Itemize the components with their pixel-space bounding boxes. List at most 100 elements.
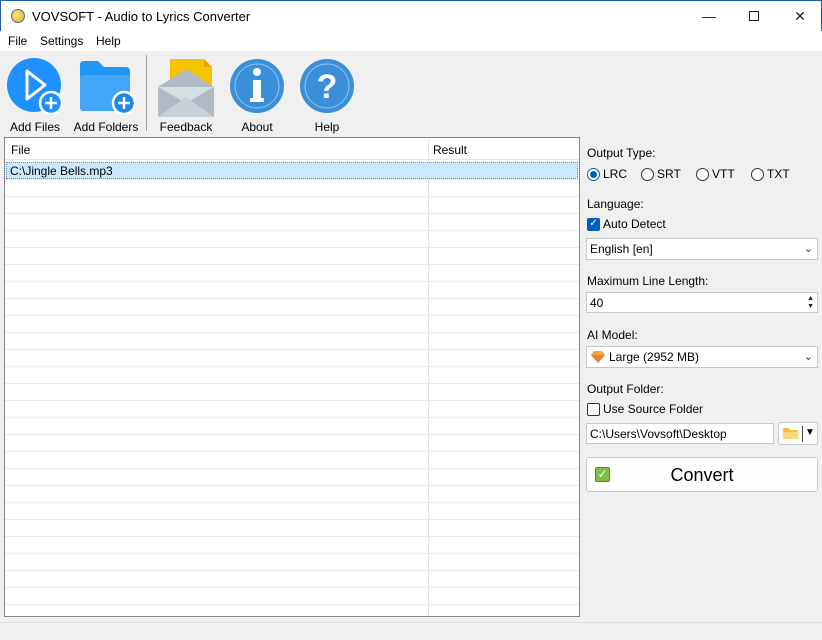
row-line [5,247,579,248]
auto-detect-checkbox[interactable]: ✓ Auto Detect [587,217,666,231]
maximize-icon [749,11,759,21]
dropdown-arrow-icon[interactable]: ▼ [805,427,815,438]
row-line [5,417,579,418]
about-label: About [241,120,273,134]
close-button[interactable]: ✕ [777,1,822,31]
convert-label: Convert [670,465,734,485]
row-line [5,179,579,180]
row-line [5,366,579,367]
radio-lrc[interactable]: LRC [587,167,627,181]
radio-txt[interactable]: TXT [751,167,790,181]
help-button[interactable]: ? Help [296,55,358,135]
use-source-folder-checkbox[interactable]: Use Source Folder [587,402,703,416]
row-line [5,315,579,316]
checkmark-icon: ✓ [587,217,600,231]
radio-txt-label: TXT [767,167,790,181]
chevron-down-icon: ⌄ [803,243,813,255]
auto-detect-label: Auto Detect [603,217,666,231]
add-files-icon [7,58,63,116]
column-header-file[interactable]: File [11,143,30,157]
output-type-label: Output Type: [587,146,656,160]
spin-arrows-icon[interactable]: ▲ ▼ [807,295,814,311]
max-line-length-label: Maximum Line Length: [587,274,709,288]
row-line [5,468,579,469]
info-icon [230,59,284,113]
radio-vtt[interactable]: VTT [696,167,735,181]
column-header-result[interactable]: Result [433,143,467,157]
table-row[interactable]: C:\Jingle Bells.mp3 [6,162,578,179]
radio-lrc-indicator [587,167,600,181]
row-line [5,519,579,520]
use-source-folder-label: Use Source Folder [603,402,704,416]
maximize-button[interactable] [731,1,777,31]
file-list[interactable]: File Result C:\Jingle Bells.mp3 [4,137,580,617]
menu-file[interactable]: File [8,34,27,48]
row-line [5,570,579,571]
radio-srt[interactable]: SRT [641,167,681,181]
output-folder-label: Output Folder: [587,382,664,396]
app-icon [11,9,25,23]
column-divider[interactable] [428,138,429,616]
menu-bar: File Settings Help [0,31,822,51]
ai-model-select[interactable]: Large (2952 MB) ⌄ [586,346,818,368]
max-line-length-value: 40 [590,295,604,310]
toolbar-separator [146,55,147,131]
max-line-length-stepper[interactable]: 40 ▲ ▼ [586,292,818,313]
radio-txt-indicator [751,167,764,181]
row-line [5,383,579,384]
title-bar: VOVSOFT - Audio to Lyrics Converter — ✕ [0,0,822,31]
help-label: Help [314,120,340,134]
add-folders-icon [80,61,136,116]
row-line [5,400,579,401]
radio-vtt-label: VTT [712,167,735,181]
about-button[interactable]: About [226,55,288,135]
add-folders-label: Add Folders [73,120,139,134]
row-line [5,434,579,435]
feedback-label: Feedback [159,120,213,134]
toolbar: Add Files Add Folders Feedback About ? H… [0,51,822,134]
row-line [5,196,579,197]
help-question-icon: ? [300,59,354,113]
folder-icon [783,428,799,439]
add-files-button[interactable]: Add Files [4,55,66,135]
row-line [5,451,579,452]
radio-srt-indicator [641,167,654,181]
ai-model-value: Large (2952 MB) [609,350,700,364]
convert-button[interactable]: ✓ Convert [586,457,818,492]
language-value: English [en] [590,242,653,256]
radio-vtt-indicator [696,167,709,181]
row-line [5,332,579,333]
menu-settings[interactable]: Settings [40,34,83,48]
language-label: Language: [587,197,644,211]
add-folders-button[interactable]: Add Folders [72,55,140,135]
radio-lrc-label: LRC [603,167,628,181]
output-folder-input[interactable]: C:\Users\Vovsoft\Desktop [586,423,774,444]
row-file-cell: C:\Jingle Bells.mp3 [10,164,113,178]
row-line [5,281,579,282]
window-title: VOVSOFT - Audio to Lyrics Converter [32,9,251,24]
feedback-envelope-icon [158,59,214,117]
row-line [5,604,579,605]
minimize-button[interactable]: — [686,1,732,31]
row-line [5,587,579,588]
feedback-button[interactable]: Feedback [154,55,218,135]
row-line [5,536,579,537]
language-select[interactable]: English [en] ⌄ [586,238,818,260]
row-line [5,553,579,554]
diamond-icon [591,351,605,363]
menu-help[interactable]: Help [96,34,121,48]
svg-text:?: ? [317,68,338,106]
row-line [5,298,579,299]
row-line [5,349,579,350]
browse-folder-button[interactable]: ▼ [778,422,818,445]
row-line [5,264,579,265]
checkbox-box [587,402,600,416]
radio-srt-label: SRT [657,167,681,181]
chevron-down-icon: ⌄ [803,351,813,363]
button-divider [802,426,803,442]
add-files-label: Add Files [9,120,61,134]
row-line [5,502,579,503]
row-line [5,213,579,214]
list-header: File Result [5,138,579,160]
row-line [5,230,579,231]
